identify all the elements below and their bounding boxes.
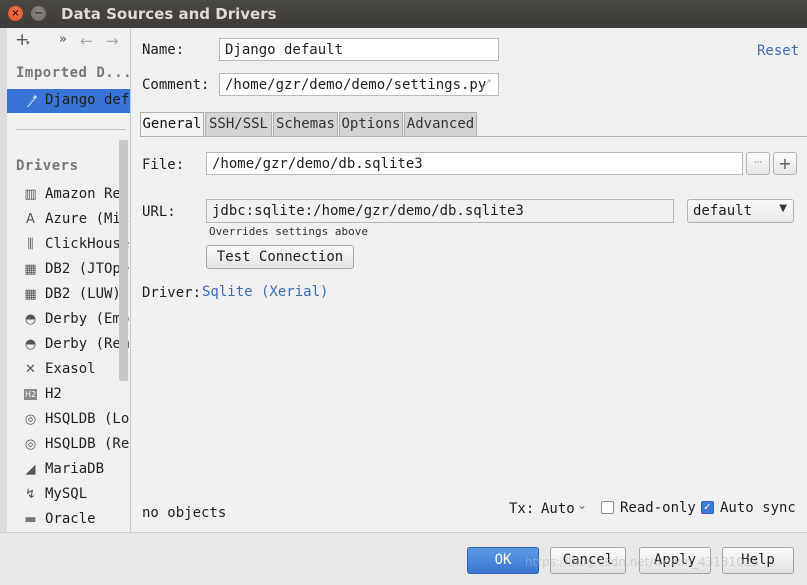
azure-icon: A	[26, 212, 35, 227]
tab-general[interactable]: General	[140, 112, 204, 137]
sidebar-item-label: Django default	[45, 92, 130, 108]
data-source-properties-panel: Name: Django default Reset Comment: /hom…	[131, 28, 807, 532]
sidebar-divider	[16, 129, 126, 130]
tx-dropdown-arrow-icon[interactable]: ⌄	[577, 498, 587, 512]
driver-item-hsqldb-local[interactable]: ◎ HSQLDB (Local)	[7, 407, 130, 432]
name-label: Name:	[142, 42, 185, 58]
derby-hat-icon: ◓	[24, 337, 37, 352]
tab-ssh-ssl[interactable]: SSH/SSL	[205, 112, 272, 136]
file-label: File:	[142, 157, 185, 173]
comment-field[interactable]: /home/gzr/demo/demo/settings.py	[219, 73, 499, 96]
name-field[interactable]: Django default	[219, 38, 499, 61]
driver-item-h2[interactable]: H2 H2	[7, 382, 130, 407]
hsqldb-icon: ◎	[24, 412, 37, 427]
driver-label: ClickHouse	[45, 236, 130, 252]
read-only-checkbox[interactable]	[601, 501, 614, 514]
h2-icon: H2	[24, 389, 37, 400]
drivers-section-heading: Drivers	[16, 158, 79, 174]
auto-sync-label: Auto sync	[720, 500, 796, 516]
window-title-bar: × − Data Sources and Drivers	[0, 0, 807, 28]
expand-icon[interactable]: ⤢	[481, 77, 491, 92]
tx-label: Tx:	[509, 501, 535, 517]
db2-icon: ▦	[24, 262, 37, 277]
dropdown-arrow-icon: ▼	[779, 203, 787, 214]
driver-label: HSQLDB (Local)	[45, 411, 130, 427]
driver-item-db2-luw[interactable]: ▦ DB2 (LUW)	[7, 282, 130, 307]
mysql-dolphin-icon: ↯	[25, 487, 36, 502]
exasol-icon: ✕	[25, 362, 36, 377]
driver-label: Oracle	[45, 511, 96, 527]
url-mode-value: default	[693, 203, 753, 219]
driver-item-mariadb[interactable]: ◢ MariaDB	[7, 457, 130, 482]
file-path-field[interactable]: /home/gzr/demo/db.sqlite3	[206, 152, 743, 175]
driver-label: DB2 (LUW)	[45, 286, 121, 302]
back-arrow-icon[interactable]: ←	[80, 32, 93, 50]
url-label: URL:	[142, 204, 176, 220]
driver-item-azure[interactable]: A Azure (Microsoft)	[7, 207, 130, 232]
close-window-button[interactable]: ×	[8, 6, 23, 21]
imported-section-heading: Imported D...	[16, 65, 131, 81]
window-title: Data Sources and Drivers	[61, 5, 277, 23]
tab-options[interactable]: Options	[339, 112, 403, 136]
driver-item-amazon-redshift[interactable]: ▥ Amazon Redshift	[7, 182, 130, 207]
sidebar-toolbar: + ▾ » ← →	[7, 28, 130, 58]
auto-sync-checkbox[interactable]: ✓	[701, 501, 714, 514]
forward-arrow-icon[interactable]: →	[106, 32, 119, 50]
test-connection-button[interactable]: Test Connection	[206, 245, 354, 269]
driver-label: Exasol	[45, 361, 96, 377]
tab-divider	[140, 136, 807, 137]
driver-label: HSQLDB (Remote)	[45, 436, 130, 452]
more-icon[interactable]: »	[59, 32, 67, 47]
driver-label: Driver:	[142, 285, 202, 301]
read-only-label: Read-only	[620, 500, 696, 516]
oracle-icon: ▬	[24, 512, 37, 527]
driver-link[interactable]: Sqlite (Xerial)	[202, 284, 328, 300]
driver-item-mysql[interactable]: ↯ MySQL	[7, 482, 130, 507]
driver-item-hsqldb-remote[interactable]: ◎ HSQLDB (Remote)	[7, 432, 130, 457]
url-field[interactable]: jdbc:sqlite:/home/gzr/demo/db.sqlite3	[206, 199, 674, 223]
derby-hat-icon: ◓	[24, 312, 37, 327]
driver-item-derby-remote[interactable]: ◓ Derby (Remote)	[7, 332, 130, 357]
browse-file-button[interactable]: ···	[746, 152, 770, 175]
driver-label: MariaDB	[45, 461, 105, 477]
driver-label: H2	[45, 386, 62, 402]
minimize-icon: −	[34, 8, 43, 19]
tx-mode-select[interactable]: Auto	[541, 501, 575, 517]
driver-item-clickhouse[interactable]: ⫼ ClickHouse	[7, 232, 130, 257]
background-window-edge	[0, 28, 7, 584]
add-dropdown-caret-icon[interactable]: ▾	[26, 39, 30, 47]
redshift-icon: ▥	[24, 187, 37, 202]
hsqldb-icon: ◎	[24, 437, 37, 452]
sidebar-item-django-default[interactable]: Django default	[7, 89, 130, 113]
sidebar-scrollbar[interactable]	[119, 140, 128, 381]
watermark-text: https://blog.csdn.net/weixin_43131025	[525, 555, 760, 569]
close-icon: ×	[11, 8, 20, 19]
driver-item-exasol[interactable]: ✕ Exasol	[7, 357, 130, 382]
driver-item-oracle[interactable]: ▬ Oracle	[7, 507, 130, 532]
sqlite-feather-icon	[25, 95, 37, 108]
mariadb-seal-icon: ◢	[25, 462, 36, 477]
objects-status: no objects	[142, 505, 227, 521]
tab-schemas[interactable]: Schemas	[273, 112, 338, 136]
reset-link[interactable]: Reset	[757, 43, 799, 59]
clickhouse-icon: ⫼	[27, 237, 34, 252]
checkmark-icon: ✓	[703, 502, 712, 513]
tab-advanced[interactable]: Advanced	[404, 112, 477, 136]
url-override-hint: Overrides settings above	[209, 225, 368, 238]
db2-icon: ▦	[24, 287, 37, 302]
driver-item-db2-jtopen[interactable]: ▦ DB2 (JTOpen)	[7, 257, 130, 282]
driver-label: MySQL	[45, 486, 88, 502]
driver-item-derby-embedded[interactable]: ◓ Derby (Embedded)	[7, 307, 130, 332]
add-file-button[interactable]: +	[773, 152, 797, 175]
comment-value: /home/gzr/demo/demo/settings.py	[225, 77, 487, 93]
url-mode-dropdown[interactable]: default ▼	[687, 199, 794, 223]
data-sources-sidebar: + ▾ » ← → Imported D... Django default D…	[7, 28, 131, 532]
comment-label: Comment:	[142, 77, 210, 93]
minimize-window-button[interactable]: −	[31, 6, 46, 21]
